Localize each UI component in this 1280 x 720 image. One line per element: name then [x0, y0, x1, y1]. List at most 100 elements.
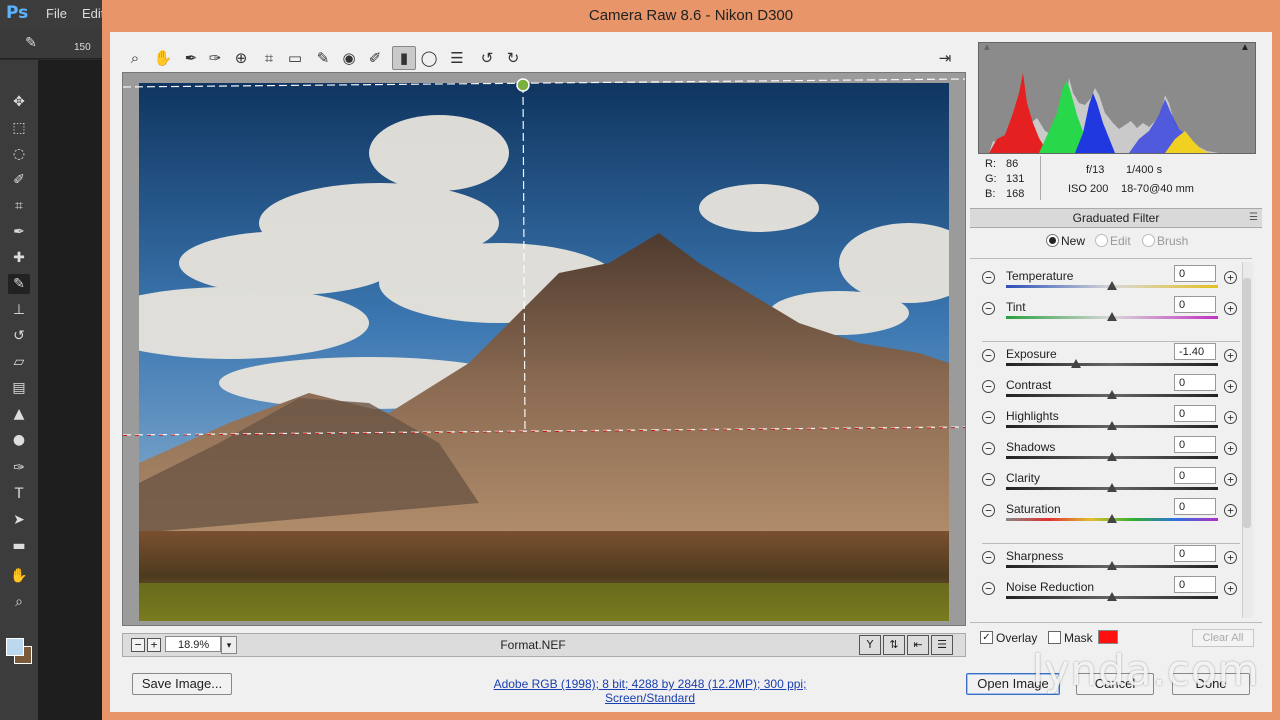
shadow-clipping-icon[interactable]: ▲ [982, 42, 992, 53]
tint-thumb[interactable] [1107, 312, 1117, 321]
overlay-checkbox[interactable]: ✓ [980, 631, 993, 644]
brush-preset-icon[interactable]: ✎ [20, 33, 42, 53]
mode-edit-radio[interactable] [1095, 234, 1108, 247]
stamp-tool-icon[interactable]: ⊥ [8, 300, 30, 320]
zoom-tool-icon[interactable]: ⌕ [8, 592, 30, 612]
shape-tool-icon[interactable]: ▬ [8, 536, 30, 556]
clarity-increase-icon[interactable]: + [1224, 473, 1237, 486]
mode-brush-label[interactable]: Brush [1157, 234, 1188, 248]
mode-edit-label[interactable]: Edit [1110, 234, 1131, 248]
fullscreen-icon[interactable]: ⇥ [934, 46, 956, 70]
tint-increase-icon[interactable]: + [1224, 302, 1237, 315]
highlights-value-field[interactable]: 0 [1174, 405, 1216, 422]
toggle-settings-icon[interactable]: ☰ [931, 635, 953, 655]
clarity-thumb[interactable] [1107, 483, 1117, 492]
spot-removal-icon[interactable]: ✎ [312, 46, 334, 70]
color-sampler-icon[interactable]: ✑ [204, 46, 226, 70]
mask-label[interactable]: Mask [1064, 631, 1093, 645]
zoom-out-button[interactable]: − [131, 638, 145, 652]
highlight-clipping-icon[interactable]: ▲ [1240, 42, 1250, 53]
contrast-value-field[interactable]: 0 [1174, 374, 1216, 391]
shadows-increase-icon[interactable]: + [1224, 442, 1237, 455]
save-image-button[interactable]: Save Image... [132, 673, 232, 695]
contrast-increase-icon[interactable]: + [1224, 380, 1237, 393]
workflow-options-link[interactable]: Adobe RGB (1998); 8 bit; 4288 by 2848 (1… [470, 677, 830, 705]
temperature-thumb[interactable] [1107, 281, 1117, 290]
lasso-tool-icon[interactable]: ◌ [8, 144, 30, 164]
blur-tool-icon[interactable]: ▲ [8, 404, 30, 424]
graduated-filter-icon[interactable]: ▮ [392, 46, 416, 70]
zoom-level-field[interactable]: 18.9% [165, 636, 221, 652]
contrast-thumb[interactable] [1107, 390, 1117, 399]
noise-reduction-thumb[interactable] [1107, 592, 1117, 601]
radial-filter-icon[interactable]: ◯ [418, 46, 440, 70]
marquee-tool-icon[interactable]: ⬚ [8, 118, 30, 138]
shadows-value-field[interactable]: 0 [1174, 436, 1216, 453]
mode-new-label[interactable]: New [1061, 234, 1085, 248]
sharpness-value-field[interactable]: 0 [1174, 545, 1216, 562]
saturation-decrease-icon[interactable]: − [982, 504, 995, 517]
gradient-tool-icon[interactable]: ▤ [8, 378, 30, 398]
sharpness-increase-icon[interactable]: + [1224, 551, 1237, 564]
saturation-value-field[interactable]: 0 [1174, 498, 1216, 515]
targeted-adjustment-icon[interactable]: ⊕ [230, 46, 252, 70]
eraser-tool-icon[interactable]: ▱ [8, 352, 30, 372]
pen-tool-icon[interactable]: ✑ [8, 458, 30, 478]
sharpness-thumb[interactable] [1107, 561, 1117, 570]
zoom-in-button[interactable]: + [147, 638, 161, 652]
eyedropper-tool-icon[interactable]: ✒ [8, 222, 30, 242]
adjustment-brush-icon[interactable]: ✐ [364, 46, 386, 70]
gradient-overlay[interactable] [123, 73, 965, 625]
rotate-right-icon[interactable]: ↻ [502, 46, 524, 70]
highlights-thumb[interactable] [1107, 421, 1117, 430]
exposure-thumb[interactable] [1070, 359, 1081, 368]
mask-color-swatch[interactable] [1098, 630, 1118, 644]
clarity-value-field[interactable]: 0 [1174, 467, 1216, 484]
menu-file[interactable]: File [46, 6, 67, 21]
before-after-icon[interactable]: Y [859, 635, 881, 655]
mode-brush-radio[interactable] [1142, 234, 1155, 247]
saturation-thumb[interactable] [1107, 514, 1117, 523]
preferences-icon[interactable]: ☰ [446, 46, 468, 70]
noise-reduction-value-field[interactable]: 0 [1174, 576, 1216, 593]
dodge-tool-icon[interactable]: ● [8, 430, 30, 450]
swap-settings-icon[interactable]: ⇅ [883, 635, 905, 655]
overlay-label[interactable]: Overlay [996, 631, 1037, 645]
tint-value-field[interactable]: 0 [1174, 296, 1216, 313]
move-tool-icon[interactable]: ✥ [8, 92, 30, 112]
saturation-increase-icon[interactable]: + [1224, 504, 1237, 517]
noise-reduction-increase-icon[interactable]: + [1224, 582, 1237, 595]
highlights-decrease-icon[interactable]: − [982, 411, 995, 424]
highlights-increase-icon[interactable]: + [1224, 411, 1237, 424]
white-balance-icon[interactable]: ✒ [180, 46, 202, 70]
exposure-track[interactable] [1006, 363, 1218, 366]
zoom-icon[interactable]: ⌕ [124, 46, 146, 70]
straighten-icon[interactable]: ▭ [284, 46, 306, 70]
exposure-value-field[interactable]: -1.40 [1174, 343, 1216, 360]
panel-menu-icon[interactable]: ☰ [1249, 209, 1258, 227]
red-eye-icon[interactable]: ◉ [338, 46, 360, 70]
brush-tool-icon[interactable]: ✎ [8, 274, 30, 294]
clarity-decrease-icon[interactable]: − [982, 473, 995, 486]
path-select-tool-icon[interactable]: ➤ [8, 510, 30, 530]
temperature-increase-icon[interactable]: + [1224, 271, 1237, 284]
mode-new-radio[interactable] [1046, 234, 1059, 247]
mask-checkbox[interactable] [1048, 631, 1061, 644]
shadows-thumb[interactable] [1107, 452, 1117, 461]
exposure-decrease-icon[interactable]: − [982, 349, 995, 362]
tint-decrease-icon[interactable]: − [982, 302, 995, 315]
crop-icon[interactable]: ⌗ [258, 46, 280, 70]
shadows-decrease-icon[interactable]: − [982, 442, 995, 455]
copy-settings-icon[interactable]: ⇤ [907, 635, 929, 655]
contrast-decrease-icon[interactable]: − [982, 380, 995, 393]
history-brush-icon[interactable]: ↺ [8, 326, 30, 346]
zoom-dropdown-chevron-icon[interactable]: ▾ [221, 636, 237, 654]
crop-tool-icon[interactable]: ⌗ [8, 196, 30, 216]
sharpness-decrease-icon[interactable]: − [982, 551, 995, 564]
panel-scrollbar-thumb[interactable] [1243, 278, 1251, 528]
healing-tool-icon[interactable]: ✚ [8, 248, 30, 268]
foreground-color-swatch[interactable] [6, 638, 24, 656]
exposure-increase-icon[interactable]: + [1224, 349, 1237, 362]
rotate-left-icon[interactable]: ↺ [476, 46, 498, 70]
type-tool-icon[interactable]: T [8, 484, 30, 504]
